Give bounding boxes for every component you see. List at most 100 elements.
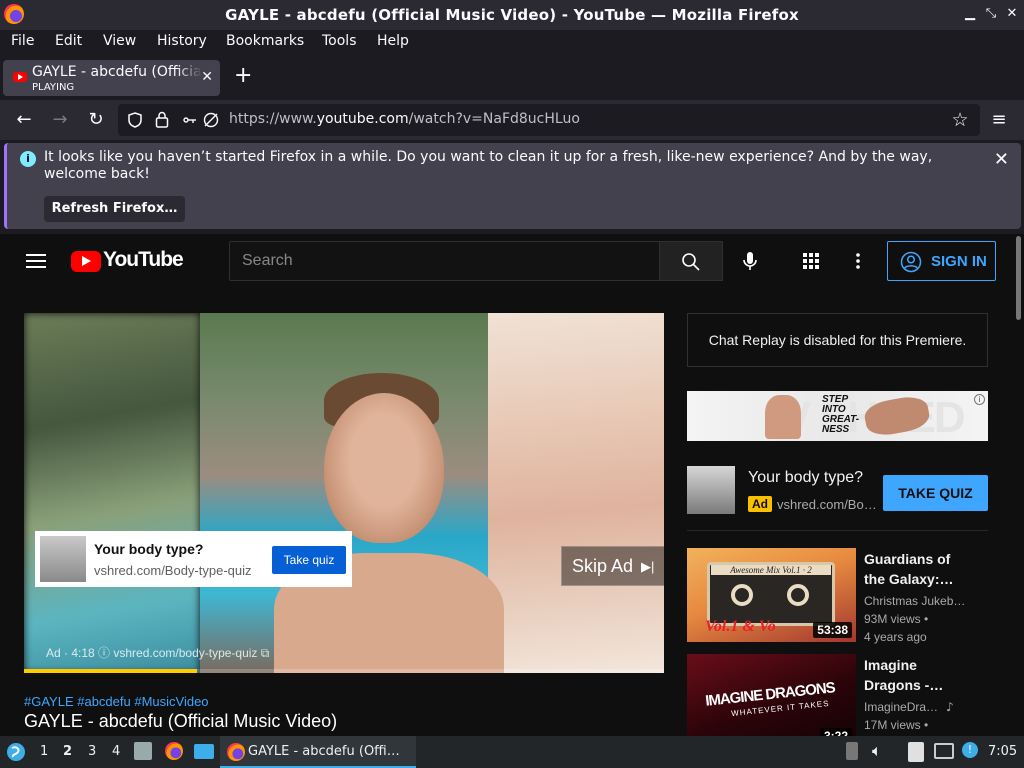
permissions-icon[interactable] <box>183 113 197 127</box>
menu-view[interactable]: View <box>103 33 136 49</box>
video-blur-right <box>488 313 664 673</box>
sign-in-button[interactable]: SIGN IN <box>887 241 996 281</box>
recommendation-item[interactable]: Awesome Mix Vol.1 · 2 Vol.1 & Vo 53:38 G… <box>687 548 988 644</box>
youtube-favicon-icon <box>13 72 27 82</box>
recommendation-views: 93M views • <box>864 612 929 626</box>
ad-banner[interactable]: V SHRED STEP INTO GREAT-NESS i <box>687 391 988 441</box>
notification-bar: i It looks like you haven’t started Fire… <box>4 143 1021 229</box>
ad-overlay-title: Your body type? <box>94 541 204 557</box>
video-player[interactable]: Your body type? vshred.com/Body-type-qui… <box>24 313 664 673</box>
restore-icon[interactable]: ⤡ <box>983 6 999 22</box>
back-icon[interactable]: ← <box>12 108 36 132</box>
ad-info-line[interactable]: Ad · 4:18 ⓘ vshred.com/body-type-quiz ⧉ <box>46 644 269 661</box>
autoplay-blocked-icon[interactable] <box>203 112 219 128</box>
volume-icon[interactable]: 🔈︎ <box>872 741 882 761</box>
navigation-toolbar: ← → ↻ https://www.youtube.com/watch?v=Na… <box>0 100 1024 140</box>
sidebar-ad[interactable]: Your body type? Ad vshred.com/Bo… TAKE Q… <box>687 466 988 516</box>
reload-icon[interactable]: ↻ <box>84 108 108 132</box>
scrollbar-thumb[interactable] <box>1016 236 1021 320</box>
recommendation-age: 4 years ago <box>864 630 927 644</box>
youtube-logo-text[interactable]: YouTube <box>103 248 184 272</box>
recommendation-channel[interactable]: ImagineDra… <box>864 700 938 714</box>
forward-icon[interactable]: → <box>48 108 72 132</box>
clipboard-icon[interactable] <box>908 742 924 762</box>
ad-take-quiz-button[interactable]: Take quiz <box>272 546 346 574</box>
desktop-3[interactable]: 3 <box>88 744 96 759</box>
refresh-firefox-button[interactable]: Refresh Firefox… <box>44 196 185 222</box>
ad-info-icon[interactable]: i <box>974 394 985 405</box>
skip-ad-button[interactable]: Skip Ad ▶| <box>561 546 664 586</box>
shield-icon[interactable] <box>127 112 143 128</box>
recommendation-title[interactable]: Guardians of the Galaxy:… <box>864 549 974 589</box>
video-blur-left <box>24 313 200 673</box>
firefox-task-icon <box>227 743 245 761</box>
tab-title: GAYLE - abcdefu (Official Music Video) -… <box>32 64 202 80</box>
show-desktop-icon[interactable] <box>194 744 214 759</box>
ad-progress-bar[interactable] <box>24 669 664 673</box>
network-icon[interactable] <box>934 743 954 759</box>
search-button[interactable] <box>659 241 723 281</box>
desktop-1[interactable]: 1 <box>40 744 48 759</box>
banner-figure-left <box>765 395 801 439</box>
taskbar-firefox-task[interactable]: GAYLE - abcdefu (Offi… <box>220 736 416 768</box>
notifications-icon[interactable]: ! <box>962 742 978 758</box>
battery-icon[interactable] <box>846 742 858 760</box>
window-titlebar: GAYLE - abcdefu (Official Music Video) -… <box>0 0 1024 30</box>
tape-label: Awesome Mix Vol.1 · 2 <box>711 565 831 575</box>
youtube-logo-icon[interactable] <box>71 251 101 272</box>
start-menu-icon[interactable] <box>6 742 26 762</box>
new-tab-icon[interactable]: + <box>234 65 252 87</box>
video-hashtags[interactable]: #GAYLE #abcdefu #MusicVideo <box>24 694 209 709</box>
menu-file[interactable]: File <box>11 33 34 49</box>
desktop-2[interactable]: 2 <box>63 744 72 759</box>
skip-next-icon: ▶| <box>641 559 655 574</box>
banner-slogan: STEP INTO GREAT-NESS <box>822 394 860 435</box>
guide-menu-icon[interactable] <box>26 254 46 268</box>
tab-youtube[interactable]: GAYLE - abcdefu (Official Music Video) -… <box>3 60 220 96</box>
firefox-launcher-icon[interactable] <box>165 742 183 760</box>
search-input[interactable]: Search <box>229 241 660 281</box>
recommendation-title[interactable]: Imagine Dragons -… <box>864 655 974 695</box>
skip-ad-label: Skip Ad <box>572 556 634 576</box>
recommendation-item[interactable]: IMAGINE DRAGONS WHATEVER IT TAKES 3:22 I… <box>687 654 988 736</box>
account-icon <box>900 251 922 273</box>
search-icon <box>682 253 700 271</box>
sidebar-ad-title: Your body type? <box>748 469 864 486</box>
ad-overlay-card[interactable]: Your body type? vshred.com/Body-type-qui… <box>35 531 352 587</box>
ad-overlay-url: vshred.com/Body-type-quiz <box>94 563 252 578</box>
info-icon: i <box>20 151 36 167</box>
apps-grid-icon[interactable] <box>803 253 819 269</box>
app-menu-icon[interactable]: ≡ <box>987 108 1011 132</box>
menu-history[interactable]: History <box>157 33 207 49</box>
menu-help[interactable]: Help <box>377 33 409 49</box>
lock-icon[interactable] <box>155 111 169 128</box>
tab-playing-label: PLAYING <box>32 82 75 93</box>
notification-close-icon[interactable]: ✕ <box>994 149 1009 170</box>
ad-badge: Ad <box>748 496 772 512</box>
menu-edit[interactable]: Edit <box>55 33 82 49</box>
microphone-icon[interactable] <box>738 249 762 273</box>
clock[interactable]: 7:05 <box>988 744 1017 759</box>
more-options-icon[interactable] <box>856 253 860 269</box>
recommendation-channel[interactable]: Christmas Jukeb… <box>864 594 965 608</box>
take-quiz-button[interactable]: TAKE QUIZ <box>883 475 988 511</box>
url-text[interactable]: https://www.youtube.com/watch?v=NaFd8ucH… <box>229 111 580 127</box>
close-window-icon[interactable]: ✕ <box>1004 6 1020 22</box>
ad-progress-fill <box>24 669 197 673</box>
sidebar-divider <box>687 530 988 531</box>
recommendation-views: 17M views • <box>864 718 929 732</box>
menu-bookmarks[interactable]: Bookmarks <box>226 33 304 49</box>
recommendation-thumbnail[interactable]: Awesome Mix Vol.1 · 2 Vol.1 & Vo 53:38 <box>687 548 856 642</box>
desktop-4[interactable]: 4 <box>112 744 120 759</box>
recommendation-thumbnail[interactable]: IMAGINE DRAGONS WHATEVER IT TAKES 3:22 <box>687 654 856 736</box>
file-manager-icon[interactable] <box>134 742 152 760</box>
menu-tools[interactable]: Tools <box>322 33 357 49</box>
minimize-icon[interactable]: ▁ <box>962 6 978 22</box>
page-scrollbar[interactable] <box>1013 234 1024 736</box>
thumbnail-caption: Vol.1 & Vo <box>705 618 776 635</box>
bookmark-star-icon[interactable]: ☆ <box>948 108 972 132</box>
tab-close-icon[interactable]: ✕ <box>201 69 213 85</box>
menubar: File Edit View History Bookmarks Tools H… <box>0 30 1024 56</box>
url-bar[interactable]: https://www.youtube.com/watch?v=NaFd8ucH… <box>118 104 980 136</box>
sidebar-ad-url: vshred.com/Bo… <box>777 497 877 512</box>
